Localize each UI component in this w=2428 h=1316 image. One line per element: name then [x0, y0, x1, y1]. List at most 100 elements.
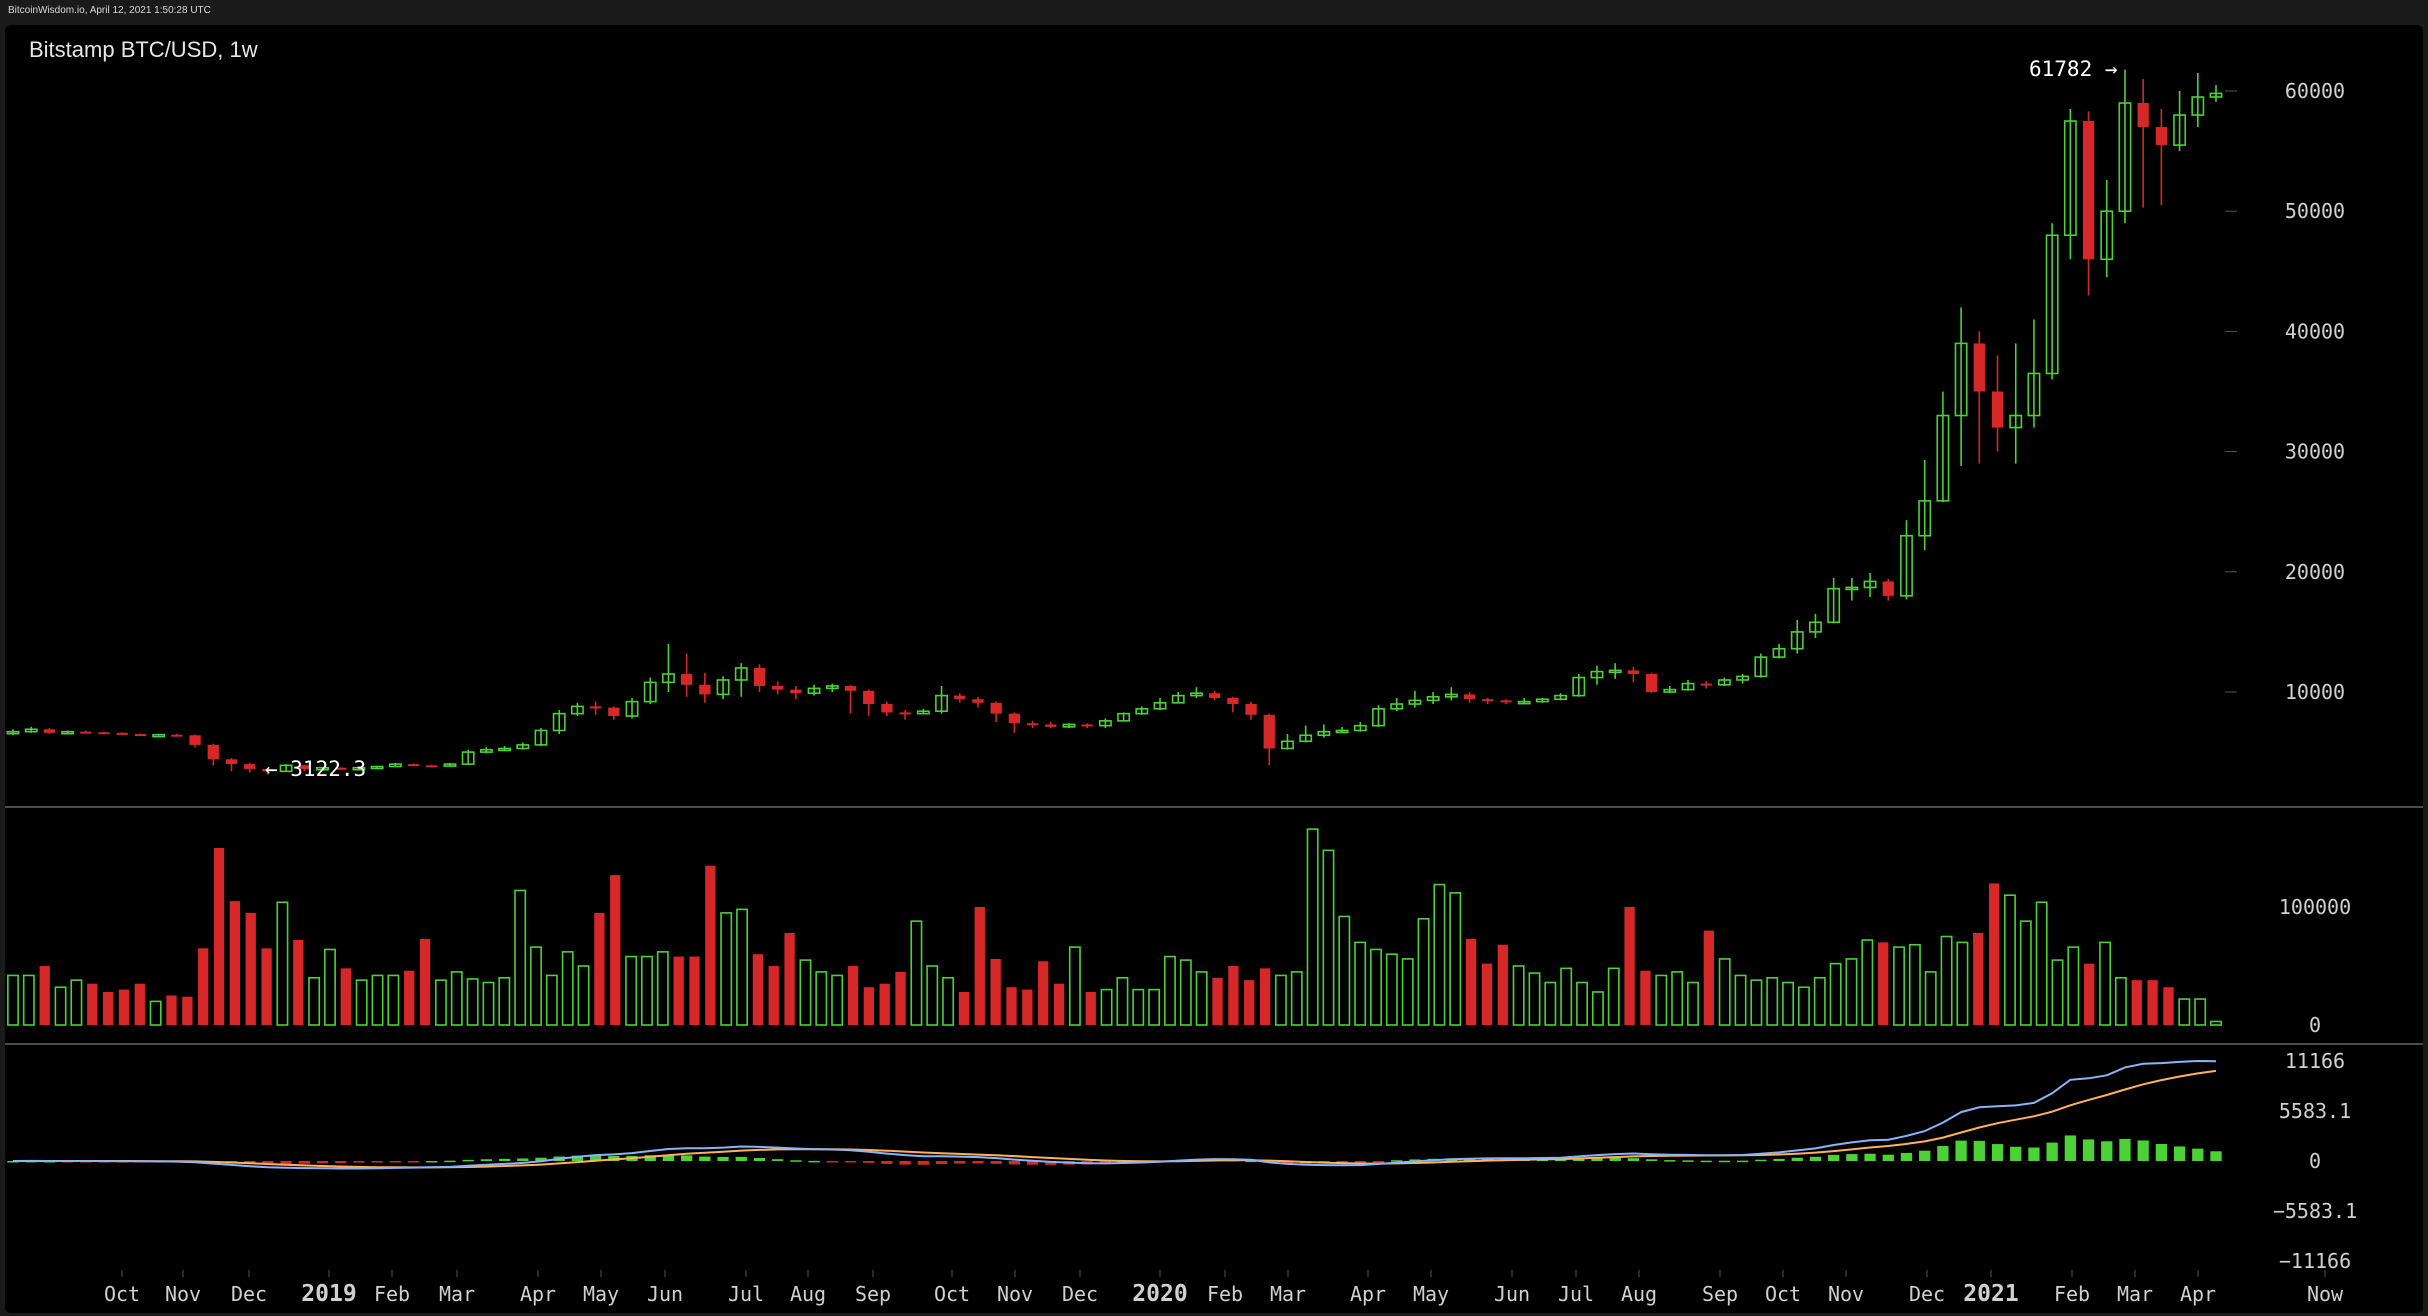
macd-histogram-bar: [1354, 1161, 1366, 1163]
volume-bar: [2099, 941, 2112, 1026]
volume-bar: [2163, 987, 2174, 1025]
volume-bar: [610, 875, 621, 1025]
volume-bar: [2067, 946, 2080, 1026]
macd-histogram-bar: [462, 1159, 474, 1162]
macd-axis-label: −11166: [2279, 1249, 2351, 1273]
macd-histogram-bar: [353, 1161, 365, 1163]
volume-bar: [545, 974, 558, 1026]
volume-bar: [577, 965, 590, 1026]
macd-histogram-bar: [1991, 1144, 2004, 1161]
x-axis-label: Sep: [855, 1282, 891, 1306]
volume-bar: [720, 912, 733, 1026]
macd-histogram-bar: [2046, 1142, 2058, 1161]
macd-histogram-bar: [1008, 1161, 1021, 1165]
volume-bar: [530, 946, 542, 1026]
volume-bar: [261, 948, 272, 1025]
macd-histogram-bar: [753, 1158, 766, 1161]
candle-body: [426, 765, 438, 768]
x-axis-label: Jun: [1494, 1282, 1530, 1306]
volume-bar: [1544, 981, 1557, 1026]
volume-bar: [1893, 946, 1905, 1026]
volume-bar: [1671, 971, 1684, 1026]
x-axis-label: Mar: [1270, 1282, 1306, 1306]
candle-body: [1463, 694, 1476, 700]
candle-body: [863, 690, 875, 705]
volume-bar: [1038, 961, 1049, 1025]
macd-histogram-bar: [2210, 1151, 2222, 1161]
macd-histogram-bar: [1937, 1145, 1949, 1161]
macd-histogram-bar: [1664, 1160, 1676, 1162]
candle-body: [844, 685, 857, 691]
volume-bar: [1829, 962, 1842, 1026]
volume-axis-label: 0: [2309, 1013, 2321, 1037]
macd-histogram-bar: [407, 1161, 420, 1163]
macd-histogram-bar: [790, 1160, 802, 1162]
volume-bar: [514, 889, 527, 1026]
volume-bar: [118, 989, 130, 1025]
volume-bar: [656, 951, 669, 1026]
volume-bar: [1385, 953, 1398, 1026]
x-axis-label: 2019: [301, 1281, 356, 1307]
volume-bar: [404, 970, 415, 1025]
x-axis-label: Apr: [2180, 1282, 2216, 1306]
chart-panel[interactable]: 10000 20000 30000 40000 50000 60000 0 100000 111…: [5, 25, 2423, 1313]
volume-bar: [22, 974, 35, 1026]
volume-bar: [815, 971, 828, 1026]
volume-bar: [2194, 998, 2207, 1026]
volume-bar: [2178, 998, 2191, 1026]
volume-bar: [958, 991, 970, 1025]
candle-body: [1263, 714, 1275, 749]
macd-histogram-bar: [990, 1161, 1002, 1164]
volume-bar: [1734, 974, 1747, 1026]
volume-bar: [1228, 966, 1239, 1025]
volume-bar: [1132, 988, 1145, 1026]
macd-histogram-bar: [498, 1158, 511, 1161]
candle-body: [972, 699, 984, 703]
volume-bar: [466, 978, 479, 1026]
volume-bar: [1068, 946, 1081, 1026]
macd-histogram-bar: [1828, 1154, 1840, 1161]
x-axis-label: Dec: [1062, 1282, 1098, 1306]
volume-bar: [1164, 955, 1176, 1026]
volume-bar: [1924, 971, 1937, 1026]
volume-bar: [879, 983, 890, 1025]
volume-bar: [752, 954, 764, 1025]
macd-histogram-bar: [1973, 1140, 1985, 1161]
volume-bar: [482, 981, 495, 1026]
candle-body: [1245, 704, 1257, 715]
x-axis-label: Mar: [439, 1282, 475, 1306]
macd-histogram-bar: [335, 1161, 347, 1163]
candle-body: [189, 735, 201, 745]
candle-body: [1227, 698, 1239, 705]
volume-bar: [39, 966, 50, 1025]
volume-bar: [1433, 883, 1446, 1026]
macd-histogram-bar: [2101, 1141, 2113, 1161]
volume-bar: [1370, 948, 1382, 1026]
x-axis-label: May: [583, 1282, 619, 1306]
volume-bar: [7, 974, 19, 1026]
volume-bar: [1322, 849, 1335, 1026]
macd-histogram-bar: [1645, 1159, 1658, 1161]
price-axis-label: 50000: [2285, 199, 2345, 223]
macd-histogram-bar: [389, 1161, 401, 1163]
candle-body: [116, 732, 128, 735]
candle-body: [1882, 581, 1894, 596]
candlestick-chart[interactable]: 10000 20000 30000 40000 50000 60000 0 100000 111…: [5, 25, 2423, 1313]
macd-histogram-bar: [316, 1161, 329, 1164]
volume-bar: [641, 955, 653, 1026]
macd-signal-line: [13, 1069, 2217, 1169]
x-axis-label: Jul: [728, 1282, 764, 1306]
volume-bar: [293, 940, 304, 1025]
x-axis-label: 2020: [1132, 1281, 1187, 1307]
volume-bar: [895, 971, 906, 1025]
candle-body: [608, 707, 620, 717]
x-axis-label: Jun: [647, 1282, 683, 1306]
volume-bar: [1624, 907, 1635, 1025]
volume-bar: [1417, 917, 1430, 1026]
macd-histogram-bar: [1955, 1140, 1967, 1161]
candle-body: [134, 734, 147, 737]
candle-body: [1700, 683, 1712, 686]
candle-body: [1991, 391, 2004, 428]
macd-histogram-bar: [2028, 1147, 2040, 1161]
x-axis-label: Oct: [934, 1282, 970, 1306]
